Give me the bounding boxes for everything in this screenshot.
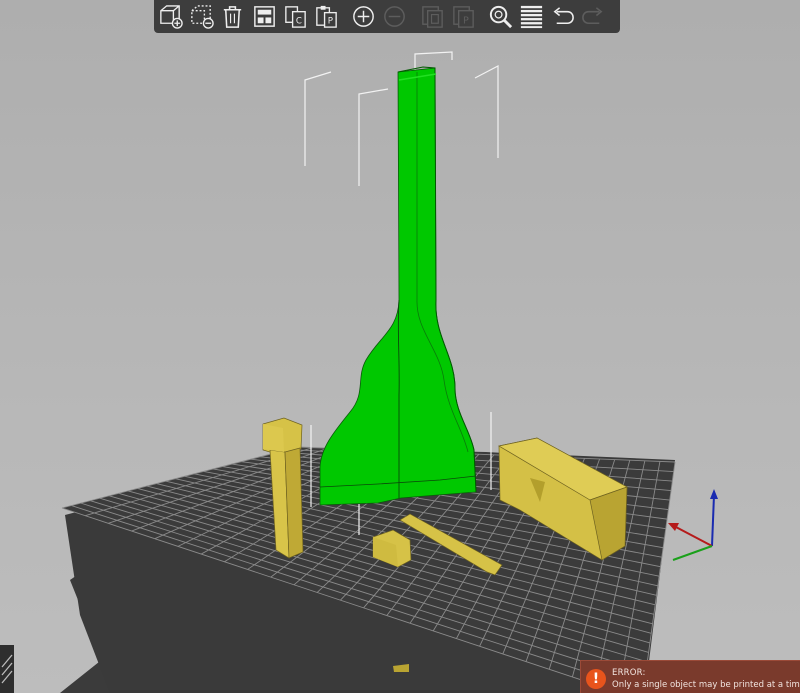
layers-button[interactable] [517, 1, 546, 32]
redo-button[interactable] [579, 1, 608, 32]
layers-icon [520, 5, 543, 29]
svg-text:P: P [463, 15, 469, 26]
add-instance-icon [353, 6, 374, 27]
split-objects-icon [421, 6, 443, 28]
delete-all-button[interactable] [218, 1, 247, 32]
add-instance-button[interactable] [349, 1, 378, 32]
error-icon: ! [586, 669, 606, 689]
top-toolbar: C P P [154, 0, 620, 33]
copy-button[interactable]: C [281, 1, 310, 32]
paste-icon: P [316, 5, 337, 28]
search-icon [489, 5, 513, 29]
redo-icon [582, 7, 603, 25]
remove-instance-icon [384, 6, 406, 27]
paste-button[interactable]: P [312, 1, 341, 32]
selected-object[interactable] [319, 66, 477, 506]
arrange-icon [253, 6, 275, 27]
svg-text:C: C [296, 16, 302, 26]
undo-icon [553, 7, 575, 25]
arrange-button[interactable] [250, 1, 279, 32]
axes-gizmo [668, 489, 718, 561]
3d-viewport[interactable] [0, 0, 800, 693]
error-title: ERROR: [612, 668, 646, 678]
split-parts-button[interactable]: P [449, 1, 478, 32]
collapse-sidebar-icon[interactable] [0, 645, 14, 693]
delete-all-icon [224, 6, 242, 28]
svg-text:P: P [328, 16, 333, 26]
error-message: Only a single object may be printed at a… [612, 680, 800, 690]
error-notification[interactable]: ! ERROR: Only a single object may be pri… [580, 660, 800, 693]
copy-icon: C [284, 6, 306, 28]
undo-button[interactable] [548, 1, 577, 32]
add-button[interactable] [156, 1, 185, 32]
delete-button[interactable] [187, 1, 216, 32]
delete-icon [191, 5, 214, 29]
split-objects-button[interactable] [418, 1, 447, 32]
remove-instance-button[interactable] [380, 1, 409, 32]
search-button[interactable] [486, 1, 515, 32]
split-parts-icon: P [452, 6, 474, 28]
add-icon [160, 5, 183, 29]
